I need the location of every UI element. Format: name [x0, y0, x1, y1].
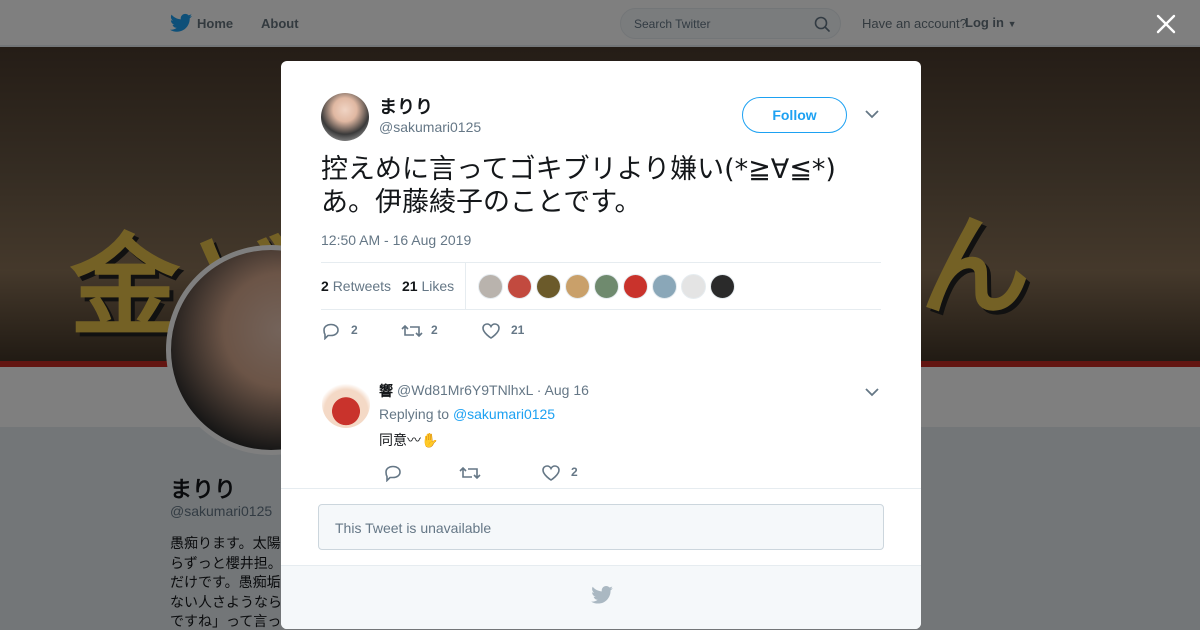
twitter-bird-icon: [591, 586, 613, 604]
retweet-icon: [401, 324, 423, 338]
replying-to-label: Replying to: [379, 406, 450, 422]
author-name[interactable]: まりり: [379, 93, 433, 119]
liker-avatar[interactable]: [565, 274, 590, 299]
reply-tweet[interactable]: 響 @Wd81Mr6Y9TNlhxL · Aug 16 Replying to …: [281, 366, 921, 489]
reply-author-avatar[interactable]: [322, 380, 370, 428]
author-handle[interactable]: @sakumari0125: [379, 119, 481, 135]
reply-like-count: 2: [571, 465, 578, 479]
chevron-down-icon[interactable]: [865, 387, 879, 397]
reply-author-name[interactable]: 響: [379, 381, 393, 401]
retweet-count: 2: [431, 323, 438, 337]
liker-avatar[interactable]: [681, 274, 706, 299]
tweet-text-line: あ。伊藤綾子のことです。: [321, 187, 642, 218]
replying-to: Replying to @sakumari0125: [379, 406, 555, 422]
replying-to-link[interactable]: @sakumari0125: [453, 406, 555, 422]
tweet-text: 控えめに言ってゴキブリより嫌い(*≧∀≦*) あ。伊藤綾子のことです。: [321, 153, 861, 219]
tweet-modal: まりり @sakumari0125 Follow 控えめに言ってゴキブリより嫌い…: [281, 61, 921, 629]
liker-avatar[interactable]: [652, 274, 677, 299]
unavailable-tweet-box: This Tweet is unavailable: [318, 504, 884, 550]
reply-count: 2: [351, 323, 358, 337]
follow-button[interactable]: Follow: [742, 97, 847, 133]
reply-author-meta: @Wd81Mr6Y9TNlhxL · Aug 16: [397, 382, 589, 398]
modal-footer: [281, 565, 921, 629]
retweet-icon: [459, 466, 481, 480]
tweet-text-line: 控えめに言ってゴキブリより嫌い(*≧∀≦*): [321, 154, 836, 185]
liker-avatar[interactable]: [507, 274, 532, 299]
unavailable-text: This Tweet is unavailable: [335, 520, 492, 536]
reply-icon: [323, 323, 339, 340]
reply-icon: [385, 465, 401, 482]
likes-label: Likes: [421, 278, 455, 294]
reply-text: 同意〰✋: [379, 433, 439, 449]
liker-avatar[interactable]: [536, 274, 561, 299]
heart-icon: [482, 323, 500, 339]
liker-avatar[interactable]: [623, 274, 648, 299]
heart-icon: [542, 465, 560, 481]
retweets-count: 2: [321, 278, 329, 294]
author-avatar[interactable]: [321, 93, 369, 141]
liker-avatar[interactable]: [594, 274, 619, 299]
liker-avatar[interactable]: [710, 274, 735, 299]
reply-author-handle[interactable]: @Wd81Mr6Y9TNlhxL: [397, 382, 533, 398]
chevron-down-icon[interactable]: [865, 109, 879, 119]
close-icon[interactable]: [1155, 13, 1177, 35]
tweet-timestamp[interactable]: 12:50 AM - 16 Aug 2019: [321, 232, 471, 248]
likes-stat[interactable]: 21 Likes: [402, 278, 454, 294]
like-count: 21: [511, 323, 525, 337]
liker-avatar[interactable]: [478, 274, 503, 299]
reply-date[interactable]: Aug 16: [545, 382, 589, 398]
stats-divider: [465, 263, 466, 309]
retweets-label: Retweets: [332, 278, 392, 294]
retweets-stat[interactable]: 2 Retweets: [321, 278, 391, 294]
tweet-stats: 2 Retweets 21 Likes: [321, 262, 881, 310]
likes-count: 21: [402, 278, 418, 294]
separator-dot: ·: [536, 382, 542, 398]
